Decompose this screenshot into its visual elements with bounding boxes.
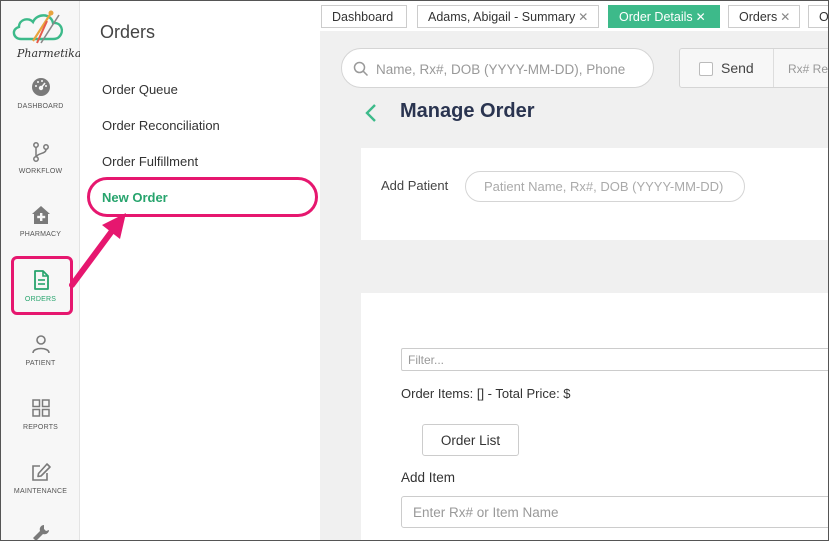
tab-label: Adams, Abigail - Summary (428, 10, 576, 24)
rail-label-workflow: WORKFLOW (18, 168, 63, 175)
tab-label: Orders (739, 10, 778, 24)
patient-card: Add Patient (361, 148, 829, 240)
order-items-card: Order Items: [] - Total Price: $ Order L… (361, 293, 829, 541)
tab-adams-abigail-summary[interactable]: Adams, Abigail - Summary ✕ (417, 5, 599, 28)
wrench-icon (32, 525, 49, 540)
tab-dashboard[interactable]: Dashboard (321, 5, 407, 28)
close-icon[interactable]: ✕ (780, 10, 790, 24)
global-search (341, 48, 654, 88)
orders-link-order-queue[interactable]: Order Queue (102, 82, 178, 97)
tab-order-details[interactable]: Order Details ✕ (608, 5, 720, 28)
orders-link-order-fulfillment[interactable]: Order Fulfillment (102, 154, 198, 169)
pointer-arrow-icon (69, 213, 126, 288)
order-items-summary: Order Items: [] - Total Price: $ (401, 386, 571, 401)
search-input[interactable] (376, 58, 648, 80)
page-title: Manage Order (400, 100, 535, 122)
rail-item-dashboard[interactable]: DASHBOARD (1, 76, 80, 132)
send-control: Send Rx# Re (679, 48, 829, 88)
send-checkbox[interactable] (699, 62, 713, 76)
dashboard-icon (31, 78, 50, 96)
tab-orders[interactable]: Orders ✕ (728, 5, 800, 28)
add-item-label: Add Item (401, 470, 456, 485)
tab-label: O (819, 10, 829, 24)
rail-label-patient: PATIENT (25, 360, 56, 367)
pharmacy-icon (31, 206, 50, 224)
filter-input[interactable] (401, 348, 829, 371)
rail-item-workflow[interactable]: WORKFLOW (1, 141, 80, 197)
tab-label: Dashboard (332, 10, 394, 24)
rail-label-reports: REPORTS (22, 424, 59, 431)
orders-panel-title: Orders (100, 22, 156, 42)
reports-icon (31, 399, 50, 417)
close-icon[interactable]: ✕ (578, 10, 588, 24)
order-list-button[interactable]: Order List (422, 424, 519, 456)
tab-bar: Dashboard Adams, Abigail - Summary ✕ Orde… (320, 1, 829, 31)
back-chevron-icon[interactable] (364, 103, 378, 123)
add-patient-label: Add Patient (381, 178, 449, 193)
close-icon[interactable]: ✕ (696, 10, 706, 24)
brand-name: Pharmetika (17, 47, 82, 60)
tab-label: Order Details (619, 10, 693, 24)
divider (773, 49, 774, 87)
maintenance-icon (31, 463, 51, 481)
rail-item-patient[interactable]: PATIENT (1, 333, 80, 389)
rail-label-dashboard: DASHBOARD (17, 103, 64, 110)
orders-link-order-reconciliation[interactable]: Order Reconciliation (102, 118, 220, 133)
search-icon (353, 61, 369, 77)
patient-search-input[interactable] (465, 171, 745, 202)
rail-item-tools[interactable] (1, 523, 80, 540)
add-item-input[interactable] (401, 496, 829, 528)
rail-label-maintenance: MAINTENANCE (13, 488, 68, 495)
patient-icon (31, 335, 50, 354)
rail-item-reports[interactable]: REPORTS (1, 397, 80, 453)
brand-logo[interactable]: Pharmetika (7, 5, 82, 65)
workflow-icon (32, 142, 49, 162)
rail-item-maintenance[interactable]: MAINTENANCE (1, 461, 80, 517)
cloud-logo-icon (12, 10, 64, 44)
main-content: Send Rx# Re Manage Order Add Patient Ord… (320, 31, 829, 541)
rx-input[interactable]: Rx# Re (788, 62, 828, 76)
tab-overflow[interactable]: O (808, 5, 829, 28)
send-label: Send (721, 60, 754, 76)
